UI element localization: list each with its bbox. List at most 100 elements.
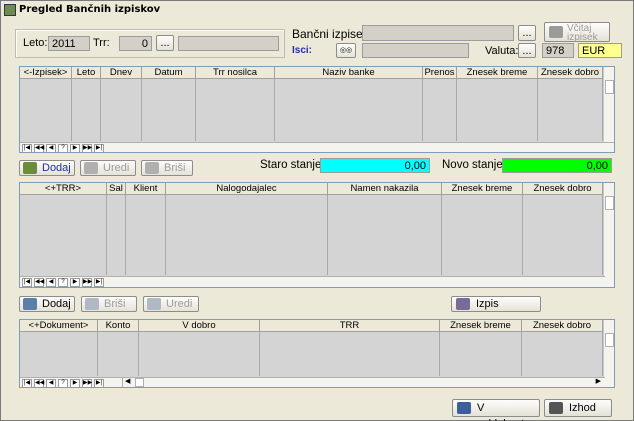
uredi-izpisek-button[interactable]: Uredi [80, 160, 136, 176]
column-divider [71, 79, 72, 141]
bancni-lookup-button[interactable]: ... [518, 25, 536, 41]
trr-vscroll[interactable] [603, 183, 614, 287]
nav-button[interactable]: ▶▶ [82, 278, 92, 287]
column-header[interactable]: Sal [107, 183, 126, 195]
nav-button[interactable]: |◀ [22, 379, 32, 387]
novo-stanje-field: 0,00 [502, 158, 612, 173]
trr-field[interactable]: 0 [119, 36, 152, 51]
nav-button[interactable]: ▶| [94, 379, 104, 387]
nav-button[interactable]: ▶| [94, 278, 104, 287]
izpiski-grid[interactable]: <-Izpisek> Leto Dnev Datum Trr nosilca Naziv … [19, 66, 615, 153]
app-icon [4, 4, 16, 16]
column-header[interactable]: Znesek breme [440, 320, 522, 332]
nav-button[interactable]: ◀ [46, 278, 56, 287]
izhod-button[interactable]: Izhod [544, 399, 612, 417]
scroll-right-icon[interactable]: ▶ [596, 377, 601, 385]
nav-button[interactable]: ▶ [70, 278, 80, 287]
nav-button[interactable]: ◀ [46, 379, 56, 387]
column-header[interactable]: <+Dokument> [20, 320, 98, 332]
nav-button[interactable]: ▶| [94, 144, 104, 152]
column-header[interactable]: Znesek dobro [523, 183, 603, 195]
valuta-name-field: EUR [578, 43, 622, 58]
novo-stanje-label: Novo stanje: [442, 159, 506, 171]
dokument-hscroll[interactable]: ◀ ▶ [122, 377, 604, 387]
column-header[interactable]: Znesek dobro [522, 320, 603, 332]
column-divider [100, 79, 101, 141]
dokument-grid[interactable]: <+Dokument> Konto V dobro TRR Znesek breme Zn… [19, 319, 615, 388]
nav-button[interactable]: ◀ [46, 144, 56, 152]
nav-button[interactable]: ◀◀ [34, 278, 44, 287]
nav-button[interactable]: ▶ [70, 144, 80, 152]
column-header[interactable]: Namen nakazila [328, 183, 442, 195]
valuta-lookup-button[interactable]: ... [518, 43, 536, 58]
column-divider [259, 332, 260, 376]
dokument-navigator: |◀ ◀◀ ◀? ▶ ▶▶ ▶| ◀ ▶ [20, 377, 605, 387]
dodaj-izpisek-button[interactable]: Dodaj [19, 160, 75, 176]
nav-button[interactable]: ◀◀ [34, 144, 44, 152]
valuta-code-field[interactable]: 978 [542, 43, 574, 58]
valuta-label: Valuta: [485, 45, 519, 57]
scroll-thumb[interactable] [605, 80, 614, 94]
isci-field[interactable] [362, 43, 469, 58]
izhod-label: Izhod [569, 402, 596, 414]
column-header[interactable]: Klient [126, 183, 166, 195]
v-saldakonte-button[interactable]: V saldakonte [452, 399, 540, 421]
column-divider [138, 332, 139, 376]
uredi-trr-button[interactable]: Uredi [143, 296, 199, 312]
scroll-thumb[interactable] [605, 333, 614, 347]
column-divider [439, 332, 440, 376]
add-icon [23, 298, 37, 310]
nav-button[interactable]: ? [58, 278, 68, 287]
column-header[interactable]: TRR [260, 320, 440, 332]
nav-button[interactable]: ◀◀ [34, 379, 44, 387]
column-divider [97, 332, 98, 376]
dodaj-trr-button[interactable]: Dodaj [19, 296, 75, 312]
scroll-left-icon[interactable]: ◀ [125, 377, 130, 385]
column-header[interactable]: Dnev [101, 67, 142, 79]
brisi-izpisek-button[interactable]: Briši [141, 160, 193, 176]
nav-button[interactable]: ▶▶ [82, 144, 92, 152]
edit-icon [84, 162, 98, 174]
column-header[interactable]: Konto [98, 320, 139, 332]
column-header[interactable]: Znesek breme [457, 67, 538, 79]
nav-button[interactable]: ▶▶ [82, 379, 92, 387]
column-header[interactable]: Nalogodajalec [166, 183, 328, 195]
bancni-izpisek-field[interactable] [362, 25, 514, 41]
nav-button[interactable]: |◀ [22, 278, 32, 287]
staro-stanje-label: Staro stanje: [260, 159, 325, 171]
trr-grid[interactable]: <+TRR> Sal Klient Nalogodajalec Namen nakazi… [19, 182, 615, 288]
trr-label: Trr: [93, 37, 110, 49]
brisi-trr-button[interactable]: Briši [81, 296, 137, 312]
nav-button[interactable]: ? [58, 144, 68, 152]
search-button[interactable]: ◎◎ [336, 43, 356, 58]
column-header[interactable]: Trr nosilca [196, 67, 275, 79]
column-header[interactable]: V dobro [139, 320, 260, 332]
vcitaj-izpisek-button[interactable]: Včitaj izpisek [544, 22, 610, 43]
scroll-thumb[interactable] [605, 196, 614, 210]
dokument-grid-header: <+Dokument> Konto V dobro TRR Znesek breme Zn… [20, 320, 604, 332]
izpis-button[interactable]: Izpis [451, 296, 541, 312]
column-header[interactable]: Datum [142, 67, 196, 79]
printer-icon [549, 26, 563, 38]
trr-grid-header: <+TRR> Sal Klient Nalogodajalec Namen nakazi… [20, 183, 604, 195]
trr-lookup-button[interactable]: ... [156, 35, 174, 51]
nav-button[interactable]: |◀ [22, 144, 32, 152]
ledger-icon [457, 402, 471, 414]
column-header[interactable]: Znesek breme [442, 183, 523, 195]
binoculars-icon: ◎◎ [339, 47, 353, 54]
nav-button[interactable]: ▶ [70, 379, 80, 387]
izpiski-vscroll[interactable] [603, 67, 614, 143]
scroll-thumb[interactable] [135, 378, 144, 387]
column-header[interactable]: Naziv banke [275, 67, 423, 79]
leto-field[interactable]: 2011 [48, 36, 90, 51]
column-header[interactable]: <-Izpisek> [20, 67, 72, 79]
column-header[interactable]: Prenos [423, 67, 457, 79]
window-title: Pregled Bančnih izpiskov [19, 4, 161, 15]
column-header[interactable]: Znesek dobro [538, 67, 603, 79]
column-divider [441, 195, 442, 275]
column-header[interactable]: Leto [72, 67, 101, 79]
column-header[interactable]: <+TRR> [20, 183, 107, 195]
uredi-label: Uredi [103, 162, 130, 174]
nav-button[interactable]: ? [58, 379, 68, 387]
column-divider [125, 195, 126, 275]
